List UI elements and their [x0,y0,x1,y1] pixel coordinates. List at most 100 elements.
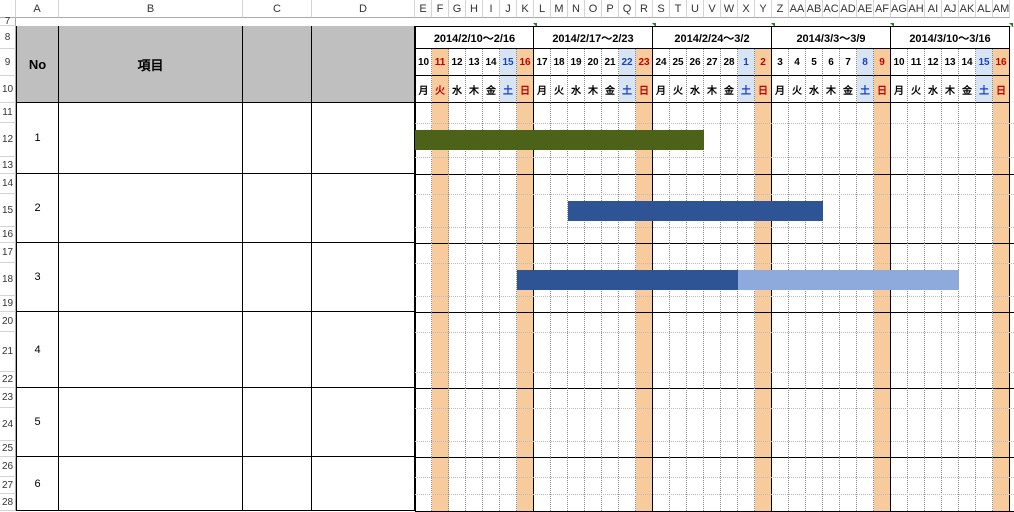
col-header[interactable]: M [551,0,568,18]
row-header[interactable]: 16 [0,227,16,243]
gantt-day-cell[interactable] [653,388,670,457]
row-header[interactable]: 24 [0,408,16,441]
gantt-day-cell[interactable] [432,457,449,511]
col-header[interactable]: AH [908,0,925,18]
task-no-cell[interactable]: 2 [16,174,59,243]
gantt-day-cell[interactable] [636,388,653,457]
gantt-bar[interactable] [415,130,704,150]
gantt-day-cell[interactable] [823,457,840,511]
gantt-day-cell[interactable] [585,312,602,388]
row-header[interactable]: 15 [0,194,16,227]
gantt-row[interactable] [415,457,1014,512]
gantt-day-cell[interactable] [806,312,823,388]
col-header[interactable]: N [568,0,585,18]
col-header[interactable]: AJ [942,0,959,18]
gantt-day-cell[interactable] [874,388,891,457]
col-header[interactable]: G [449,0,466,18]
task-cell[interactable] [312,243,415,312]
gantt-day-cell[interactable] [619,457,636,511]
gantt-day-cell[interactable] [500,457,517,511]
gantt-day-cell[interactable] [789,388,806,457]
col-header[interactable]: H [466,0,483,18]
gantt-day-cell[interactable] [823,388,840,457]
gantt-day-cell[interactable] [500,388,517,457]
gantt-day-cell[interactable] [755,312,772,388]
col-header[interactable]: AC [823,0,840,18]
row-header[interactable]: 22 [0,372,16,388]
gantt-row[interactable] [415,103,1014,175]
gantt-day-cell[interactable] [959,457,976,511]
row-header[interactable]: 19 [0,296,16,312]
gantt-day-cell[interactable] [738,103,755,174]
gantt-day-cell[interactable] [908,103,925,174]
task-cell[interactable] [59,174,243,243]
task-no-cell[interactable]: 1 [16,103,59,174]
gantt-day-cell[interactable] [721,388,738,457]
col-header[interactable]: C [243,0,312,18]
gantt-day-cell[interactable] [466,457,483,511]
col-header[interactable]: I [483,0,500,18]
col-header[interactable]: A [16,0,59,18]
gantt-day-cell[interactable] [432,388,449,457]
gantt-day-cell[interactable] [942,174,959,243]
gantt-day-cell[interactable] [789,457,806,511]
col-header[interactable]: S [653,0,670,18]
task-cell[interactable] [59,388,243,457]
gantt-day-cell[interactable] [449,243,466,312]
gantt-bar[interactable] [738,270,959,290]
task-no-cell[interactable]: 5 [16,388,59,457]
task-cell[interactable] [243,174,312,243]
gantt-day-cell[interactable] [976,388,993,457]
col-header[interactable]: AE [857,0,874,18]
gantt-day-cell[interactable] [959,243,976,312]
gantt-day-cell[interactable] [874,103,891,174]
gantt-day-cell[interactable] [551,457,568,511]
gantt-day-cell[interactable] [738,457,755,511]
task-cell[interactable] [312,174,415,243]
gantt-day-cell[interactable] [432,312,449,388]
task-cell[interactable] [312,388,415,457]
task-no-cell[interactable]: 3 [16,243,59,312]
gantt-day-cell[interactable] [908,312,925,388]
gantt-day-cell[interactable] [670,457,687,511]
row-header[interactable]: 18 [0,263,16,296]
gantt-day-cell[interactable] [993,457,1010,511]
col-header[interactable]: AB [806,0,823,18]
gantt-day-cell[interactable] [942,388,959,457]
gantt-day-cell[interactable] [670,388,687,457]
col-header[interactable]: D [312,0,415,18]
col-header[interactable]: AA [789,0,806,18]
grid-area[interactable]: No 項目 123456 2014/2/10～2/162014/2/17～2/2… [16,18,1014,512]
row-header[interactable]: 21 [0,332,16,372]
task-cell[interactable] [59,243,243,312]
gantt-day-cell[interactable] [466,174,483,243]
gantt-day-cell[interactable] [908,457,925,511]
col-header[interactable]: AL [976,0,993,18]
col-header[interactable]: J [500,0,517,18]
gantt-day-cell[interactable] [432,243,449,312]
col-header[interactable]: T [670,0,687,18]
col-header[interactable]: AD [840,0,857,18]
gantt-day-cell[interactable] [908,388,925,457]
task-cell[interactable] [59,103,243,174]
col-header[interactable]: E [415,0,432,18]
col-header[interactable]: R [636,0,653,18]
gantt-day-cell[interactable] [432,174,449,243]
gantt-day-cell[interactable] [840,103,857,174]
gantt-day-cell[interactable] [602,388,619,457]
gantt-day-cell[interactable] [551,174,568,243]
gantt-day-cell[interactable] [823,103,840,174]
col-header[interactable]: O [585,0,602,18]
gantt-day-cell[interactable] [925,103,942,174]
gantt-day-cell[interactable] [551,312,568,388]
gantt-day-cell[interactable] [891,174,908,243]
row-header[interactable]: 23 [0,388,16,408]
gantt-day-cell[interactable] [738,312,755,388]
gantt-day-cell[interactable] [789,103,806,174]
row-header[interactable]: 25 [0,441,16,457]
gantt-day-cell[interactable] [959,312,976,388]
gantt-day-cell[interactable] [772,312,789,388]
gantt-day-cell[interactable] [415,312,432,388]
col-header[interactable]: P [602,0,619,18]
gantt-day-cell[interactable] [772,457,789,511]
